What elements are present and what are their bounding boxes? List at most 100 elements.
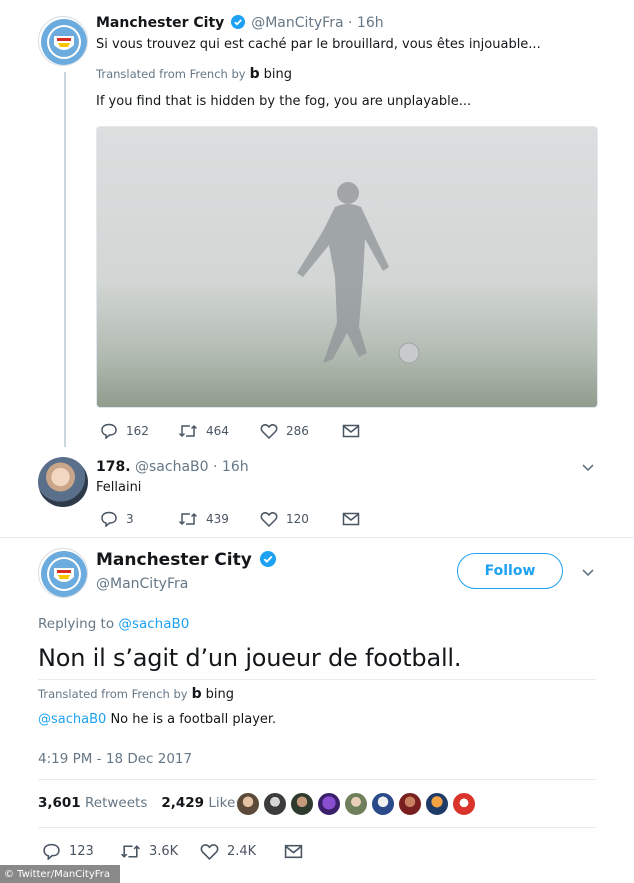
tweet2-text: Fellaini: [96, 480, 142, 495]
follow-button[interactable]: Follow: [457, 553, 563, 589]
tweet1-retweet-count: 464: [206, 424, 229, 438]
main-actions: 123 3.6K 2.4K: [42, 843, 303, 860]
liker-avatar[interactable]: [371, 792, 395, 816]
translated-label: Translated from French by: [38, 687, 188, 701]
divider-top: [0, 537, 634, 538]
liker-avatar[interactable]: [317, 792, 341, 816]
main-translation: @sachaB0 No he is a football player.: [38, 712, 276, 727]
liker-avatar[interactable]: [344, 792, 368, 816]
main-dm-button[interactable]: [284, 843, 303, 860]
reply-icon: [43, 843, 60, 860]
tweet1-translated-by: Translated from French by b bing: [96, 66, 292, 82]
manchester-city-crest-icon: [41, 551, 87, 597]
tweet1-reply-button[interactable]: 162: [100, 423, 178, 439]
heart-icon: [200, 844, 219, 860]
tweet1-translation: If you find that is hidden by the fog, y…: [96, 94, 472, 109]
tweet1-author-name[interactable]: Manchester City: [96, 15, 224, 31]
tweet1-text: Si vous trouvez qui est caché par le bro…: [96, 37, 541, 52]
tweet2-dm-button[interactable]: [342, 511, 360, 527]
tweet2-author-name[interactable]: 178.: [96, 459, 131, 475]
main-retweet-count: 3.6K: [149, 844, 179, 859]
tweet2-retweet-count: 439: [206, 512, 229, 526]
sacha-avatar[interactable]: [38, 457, 88, 507]
main-like-count: 2.4K: [227, 844, 257, 859]
tweet-timestamp[interactable]: 4:19 PM - 18 Dec 2017: [38, 751, 192, 767]
tweet2-like-button[interactable]: 120: [260, 511, 342, 527]
retweets-stat[interactable]: 3,601 Retweets: [38, 795, 147, 811]
tweet1-reply-count: 162: [126, 424, 149, 438]
translation-text: No he is a football player.: [110, 712, 277, 727]
chevron-down-icon[interactable]: [581, 568, 595, 578]
tweet1-time[interactable]: 16h: [357, 15, 384, 31]
likers-avatars: [236, 792, 476, 816]
liker-avatar[interactable]: [290, 792, 314, 816]
tweet2-retweet-button[interactable]: 439: [178, 511, 260, 527]
verified-badge-icon: [230, 15, 245, 29]
verified-badge-icon: [259, 551, 276, 567]
main-reply-count: 123: [69, 844, 94, 859]
manchester-city-avatar-main[interactable]: [38, 548, 88, 598]
liker-avatar[interactable]: [263, 792, 287, 816]
heart-icon: [260, 512, 278, 527]
tweet2-like-count: 120: [286, 512, 309, 526]
tweet1-photo[interactable]: [96, 126, 598, 408]
liker-avatar[interactable]: [236, 792, 260, 816]
tweet1-like-count: 286: [286, 424, 309, 438]
retweet-icon: [178, 512, 198, 526]
main-translated-by: Translated from French by b bing: [38, 686, 234, 702]
replying-label: Replying to: [38, 616, 115, 632]
divider-translation: [38, 679, 596, 680]
bing-label: bing: [263, 66, 292, 82]
retweet-icon: [121, 845, 140, 858]
retweet-icon: [178, 424, 198, 438]
main-like-button[interactable]: 2.4K: [200, 843, 284, 860]
bing-logo-icon: b: [191, 686, 202, 702]
main-tweet-text: Non il s’agit d’un joueur de football.: [38, 644, 462, 672]
replying-mention[interactable]: @sachaB0: [118, 616, 189, 632]
tweet1-dot: ·: [348, 15, 353, 31]
heart-icon: [260, 424, 278, 439]
translation-mention[interactable]: @sachaB0: [38, 712, 106, 727]
tweet1-header: Manchester City @ManCityFra · 16h: [96, 15, 384, 31]
fog-player-image: [97, 127, 597, 407]
main-author-name-text: Manchester City: [96, 550, 252, 570]
divider-stats-bottom: [38, 827, 596, 828]
main-author-handle[interactable]: @ManCityFra: [96, 576, 188, 592]
liker-avatar[interactable]: [425, 792, 449, 816]
tweet1-dm-button[interactable]: [342, 423, 360, 439]
tweet1-actions: 162 464 286: [100, 423, 360, 439]
main-reply-button[interactable]: 123: [42, 843, 120, 860]
retweets-total: 3,601: [38, 795, 81, 811]
thread-line: [64, 72, 66, 447]
tweet2-dot: ·: [213, 459, 218, 475]
retweets-label: Retweets: [85, 795, 148, 811]
tweet2-reply-button[interactable]: 3: [100, 511, 178, 527]
bing-label: bing: [205, 686, 234, 702]
tweet2-header: 178. @sachaB0 · 16h: [96, 459, 249, 475]
tweet1-retweet-button[interactable]: 464: [178, 423, 260, 439]
envelope-icon: [342, 512, 360, 526]
translated-label: Translated from French by: [96, 67, 246, 81]
tweet2-handle[interactable]: @sachaB0: [135, 459, 209, 475]
main-author-name[interactable]: Manchester City: [96, 550, 278, 570]
bing-logo-icon: b: [249, 66, 260, 82]
manchester-city-crest-icon: [41, 19, 87, 65]
tweet2-reply-count: 3: [126, 512, 134, 526]
envelope-icon: [342, 424, 360, 438]
envelope-icon: [284, 844, 303, 859]
reply-icon: [101, 511, 117, 527]
manchester-city-avatar[interactable]: [38, 16, 88, 66]
likes-total: 2,429: [161, 795, 205, 811]
liker-avatar[interactable]: [398, 792, 422, 816]
chevron-down-icon[interactable]: [581, 463, 595, 473]
tweet1-handle[interactable]: @ManCityFra: [251, 15, 343, 31]
reply-icon: [101, 423, 117, 439]
tweet2-time[interactable]: 16h: [222, 459, 249, 475]
tweet1-like-button[interactable]: 286: [260, 423, 342, 439]
tweet2-actions: 3 439 120: [100, 511, 360, 527]
divider-stats-top: [38, 779, 596, 780]
main-retweet-button[interactable]: 3.6K: [120, 843, 200, 860]
likes-stat[interactable]: 2,429 Likes: [161, 795, 242, 811]
replying-to: Replying to @sachaB0: [38, 616, 189, 632]
liker-avatar[interactable]: [452, 792, 476, 816]
